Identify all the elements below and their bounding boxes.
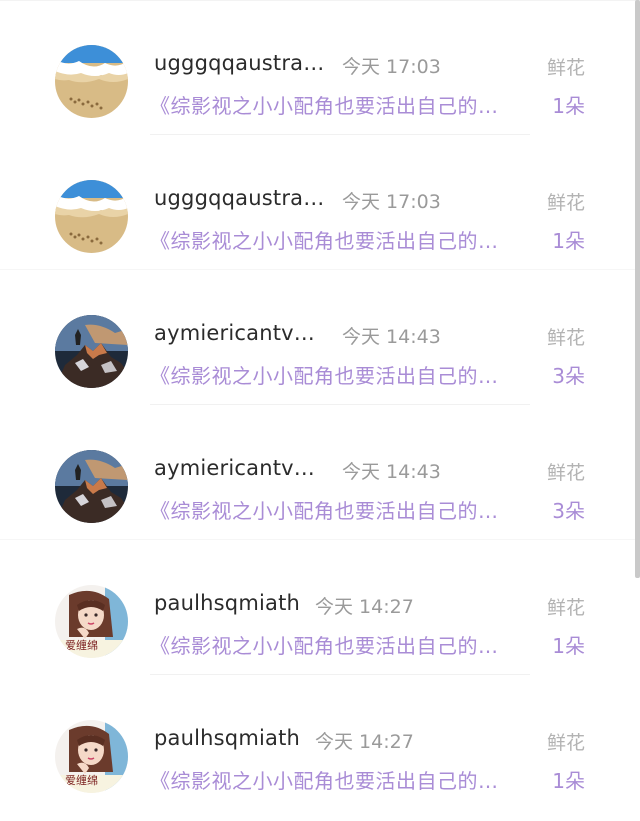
gift-type-label: 鲜花 bbox=[546, 57, 585, 79]
timestamp: 今天 17:03 bbox=[342, 56, 441, 78]
avatar[interactable] bbox=[55, 180, 128, 253]
gift-type-label: 鲜花 bbox=[546, 192, 585, 214]
book-title-link[interactable]: 《综影视之小小配角也要活出自己的… bbox=[150, 765, 499, 794]
username[interactable]: ugggqqaustra… bbox=[154, 51, 324, 75]
mountain-avatar-icon bbox=[55, 450, 128, 523]
timestamp: 今天 17:03 bbox=[342, 191, 441, 213]
gift-type-label: 鲜花 bbox=[546, 462, 585, 484]
timestamp: 今天 14:43 bbox=[342, 326, 441, 348]
username[interactable]: ugggqqaustra… bbox=[154, 186, 324, 210]
username[interactable]: paulhsqmiath bbox=[154, 591, 300, 615]
gift-count: 1朵 bbox=[552, 769, 585, 793]
gift-count: 1朵 bbox=[552, 634, 585, 658]
avatar-caption: 爱缠绵 bbox=[65, 774, 98, 787]
list-item[interactable]: ugggqqaustra… 今天 17:03 《综影视之小小配角也要活出自己的…… bbox=[0, 0, 640, 135]
list-item[interactable]: ugggqqaustra… 今天 17:03 《综影视之小小配角也要活出自己的…… bbox=[0, 135, 640, 270]
gift-type-label: 鲜花 bbox=[546, 597, 585, 619]
gift-count: 3朵 bbox=[552, 499, 585, 523]
avatar[interactable] bbox=[55, 315, 128, 388]
book-title-link[interactable]: 《综影视之小小配角也要活出自己的… bbox=[150, 630, 499, 659]
book-title-link[interactable]: 《综影视之小小配角也要活出自己的… bbox=[150, 360, 499, 389]
list-item[interactable]: aymiericantv… 今天 14:43 《综影视之小小配角也要活出自己的…… bbox=[0, 270, 640, 405]
list-item[interactable]: 爱缠绵 paulhsqmiath 今天 14:27 《综影视之小小配角也要活出自… bbox=[0, 540, 640, 675]
beach-avatar-icon bbox=[55, 45, 128, 118]
avatar[interactable] bbox=[55, 450, 128, 523]
username[interactable]: paulhsqmiath bbox=[154, 726, 300, 750]
list-item[interactable]: 爱缠绵 paulhsqmiath 今天 14:27 《综影视之小小配角也要活出自… bbox=[0, 675, 640, 810]
avatar-caption: 爱缠绵 bbox=[65, 639, 98, 652]
gift-count: 3朵 bbox=[552, 364, 585, 388]
scrollbar[interactable] bbox=[635, 0, 640, 578]
gift-type-label: 鲜花 bbox=[546, 327, 585, 349]
avatar[interactable] bbox=[55, 45, 128, 118]
avatar[interactable]: 爱缠绵 bbox=[55, 720, 128, 793]
gift-type-label: 鲜花 bbox=[546, 732, 585, 754]
gift-count: 1朵 bbox=[552, 229, 585, 253]
avatar[interactable]: 爱缠绵 bbox=[55, 585, 128, 658]
username[interactable]: aymiericantv… bbox=[154, 456, 315, 480]
list-item[interactable]: aymiericantv… 今天 14:43 《综影视之小小配角也要活出自己的…… bbox=[0, 405, 640, 540]
timestamp: 今天 14:27 bbox=[315, 731, 414, 753]
gift-count: 1朵 bbox=[552, 94, 585, 118]
book-title-link[interactable]: 《综影视之小小配角也要活出自己的… bbox=[150, 225, 499, 254]
book-title-link[interactable]: 《综影视之小小配角也要活出自己的… bbox=[150, 90, 499, 119]
username[interactable]: aymiericantv… bbox=[154, 321, 315, 345]
gift-records-screen: ugggqqaustra… 今天 17:03 《综影视之小小配角也要活出自己的…… bbox=[0, 0, 640, 821]
timestamp: 今天 14:43 bbox=[342, 461, 441, 483]
mountain-avatar-icon bbox=[55, 315, 128, 388]
book-title-link[interactable]: 《综影视之小小配角也要活出自己的… bbox=[150, 495, 499, 524]
beach-avatar-icon bbox=[55, 180, 128, 253]
timestamp: 今天 14:27 bbox=[315, 596, 414, 618]
